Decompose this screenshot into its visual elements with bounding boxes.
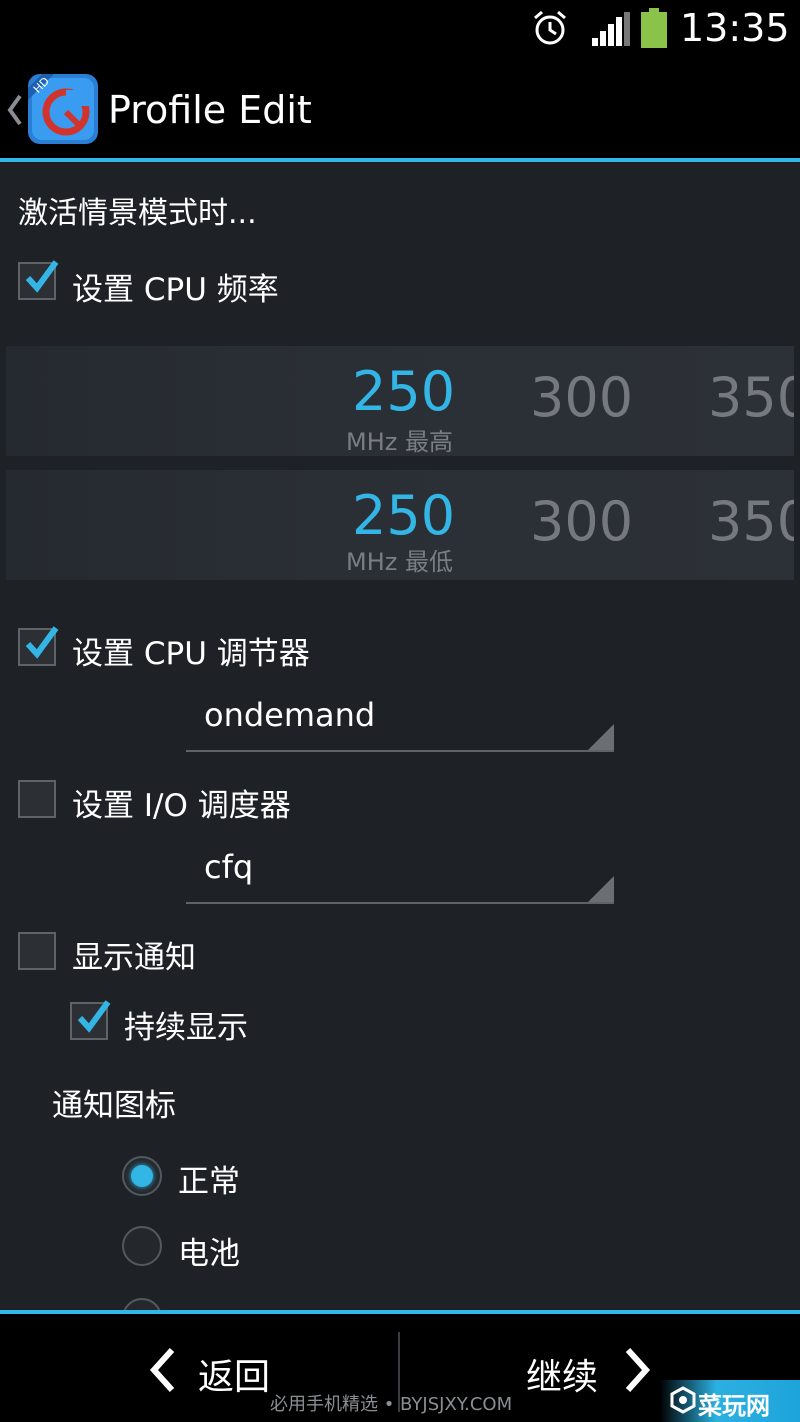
dropdown-arrow-icon xyxy=(588,876,614,902)
radio-battery-label[interactable]: 电池 xyxy=(178,1228,240,1273)
action-bar-divider xyxy=(0,158,800,162)
up-navigation-chevron-icon[interactable] xyxy=(6,92,24,128)
watermark-text: 必用手机精选 • BYJSJXY.COM xyxy=(270,1394,513,1415)
check-icon xyxy=(25,626,59,659)
brand-watermark: 菜玩网 xyxy=(660,1380,800,1422)
brand-text: 菜玩网 xyxy=(698,1392,770,1420)
brand-logo-icon xyxy=(670,1386,696,1414)
min-freq-sublabel: MHz 最低 xyxy=(346,548,453,576)
io-scheduler-dropdown[interactable]: cfq xyxy=(186,848,614,904)
notification-icon-label: 通知图标 xyxy=(52,1088,176,1124)
min-freq-option[interactable]: 350 xyxy=(708,490,794,553)
max-frequency-picker[interactable]: 250 300 350 MHz 最高 xyxy=(6,346,794,456)
app-logo-icon[interactable]: HD xyxy=(26,72,100,146)
set-cpu-governor-checkbox[interactable] xyxy=(18,626,59,666)
show-notification-label[interactable]: 显示通知 xyxy=(72,932,196,977)
set-io-scheduler-checkbox[interactable] xyxy=(18,780,56,818)
next-button-label: 继续 xyxy=(526,1357,599,1398)
radio-normal-label[interactable]: 正常 xyxy=(178,1156,240,1201)
section-label: 激活情景模式时... xyxy=(18,196,257,231)
persistent-display-label[interactable]: 持续显示 xyxy=(124,1002,248,1047)
chevron-left-icon xyxy=(149,1347,175,1393)
set-cpu-governor-label[interactable]: 设置 CPU 调节器 xyxy=(72,628,310,673)
persistent-display-checkbox[interactable] xyxy=(70,1000,111,1040)
max-freq-option[interactable]: 300 xyxy=(530,366,633,429)
radio-selected-dot xyxy=(131,1165,153,1187)
cpu-governor-value: ondemand xyxy=(204,696,376,734)
min-freq-selected[interactable]: 250 xyxy=(352,484,455,547)
max-freq-sublabel: MHz 最高 xyxy=(346,428,453,456)
battery-icon xyxy=(641,8,667,48)
check-icon xyxy=(77,1000,111,1033)
show-notification-checkbox[interactable] xyxy=(18,932,56,970)
cpu-governor-dropdown[interactable]: ondemand xyxy=(186,696,614,752)
page-title: Profile Edit xyxy=(108,88,312,132)
min-frequency-picker[interactable]: 250 300 350 MHz 最低 xyxy=(6,470,794,580)
alarm-icon xyxy=(534,10,566,45)
io-scheduler-value: cfq xyxy=(204,848,254,886)
radio-battery[interactable] xyxy=(122,1226,162,1266)
min-freq-option[interactable]: 300 xyxy=(530,490,633,553)
max-freq-option[interactable]: 350 xyxy=(708,366,794,429)
max-freq-selected[interactable]: 250 xyxy=(352,360,455,423)
status-bar: 13:35 xyxy=(0,0,800,56)
signal-icon xyxy=(592,12,630,46)
set-cpu-freq-checkbox[interactable] xyxy=(18,260,59,300)
radio-normal[interactable] xyxy=(122,1156,162,1196)
check-icon xyxy=(25,260,59,293)
dropdown-arrow-icon xyxy=(588,724,614,750)
chevron-right-icon xyxy=(625,1347,651,1393)
back-button-label: 返回 xyxy=(198,1357,271,1398)
status-time: 13:35 xyxy=(680,6,790,50)
set-io-scheduler-label[interactable]: 设置 I/O 调度器 xyxy=(72,780,291,825)
set-cpu-freq-label[interactable]: 设置 CPU 频率 xyxy=(72,264,279,309)
next-button[interactable]: 继续 xyxy=(520,1340,680,1400)
